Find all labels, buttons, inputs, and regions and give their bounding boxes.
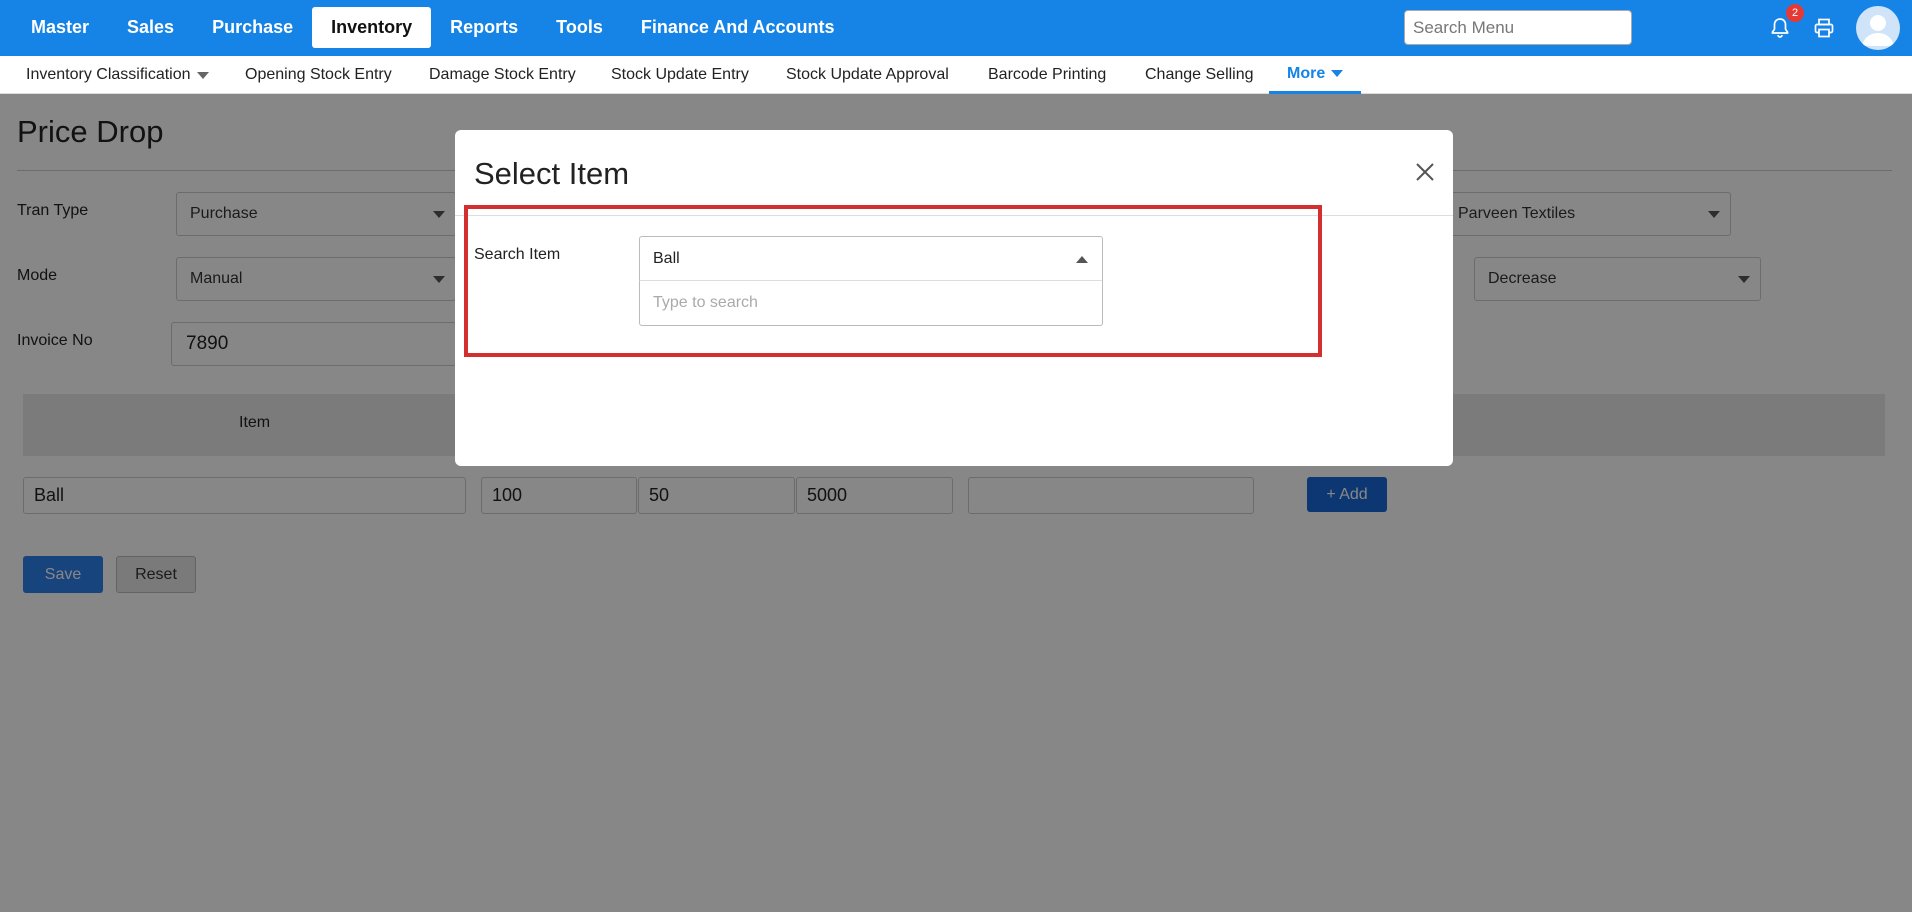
notification-badge: 2 [1786,4,1804,22]
modal-title: Select Item [474,156,630,191]
menu-reports[interactable]: Reports [431,7,537,48]
tab-barcode-printing[interactable]: Barcode Printing [988,56,1106,94]
chevron-down-icon [1331,70,1344,77]
chevron-up-icon [1076,256,1088,263]
tab-label: Inventory Classification [26,66,191,83]
sub-navbar: Inventory Classification Opening Stock E… [0,56,1912,94]
top-navbar: Master Sales Purchase Inventory Reports … [0,0,1912,56]
search-item-label: Search Item [474,246,561,263]
close-icon[interactable] [1413,160,1437,184]
main-menu: Master Sales Purchase Inventory Reports … [12,7,854,48]
user-avatar[interactable] [1856,6,1900,50]
chevron-down-icon [196,71,209,79]
tab-change-selling[interactable]: Change Selling [1145,56,1254,94]
tab-more[interactable]: More [1269,56,1362,94]
selected-value: Ball [653,249,680,267]
search-dropdown [639,280,1103,326]
menu-tools[interactable]: Tools [537,7,622,48]
tab-damage-stock-entry[interactable]: Damage Stock Entry [429,56,576,94]
tab-stock-update-approval[interactable]: Stock Update Approval [786,56,949,94]
tab-stock-update-entry[interactable]: Stock Update Entry [611,56,749,94]
tab-label: More [1287,64,1326,82]
menu-purchase[interactable]: Purchase [193,7,312,48]
search-item-select[interactable]: Ball [639,236,1103,281]
search-menu-input[interactable] [1404,10,1632,45]
menu-finance-and-accounts[interactable]: Finance And Accounts [622,7,854,48]
tab-inventory-classification[interactable]: Inventory Classification [26,56,209,94]
search-item-input[interactable] [640,281,1102,325]
tab-opening-stock-entry[interactable]: Opening Stock Entry [245,56,392,94]
menu-master[interactable]: Master [12,7,108,48]
menu-inventory[interactable]: Inventory [312,7,432,48]
menu-sales[interactable]: Sales [108,7,193,48]
printer-icon[interactable] [1808,12,1840,44]
select-item-modal: Select Item Search Item Ball [455,130,1453,466]
